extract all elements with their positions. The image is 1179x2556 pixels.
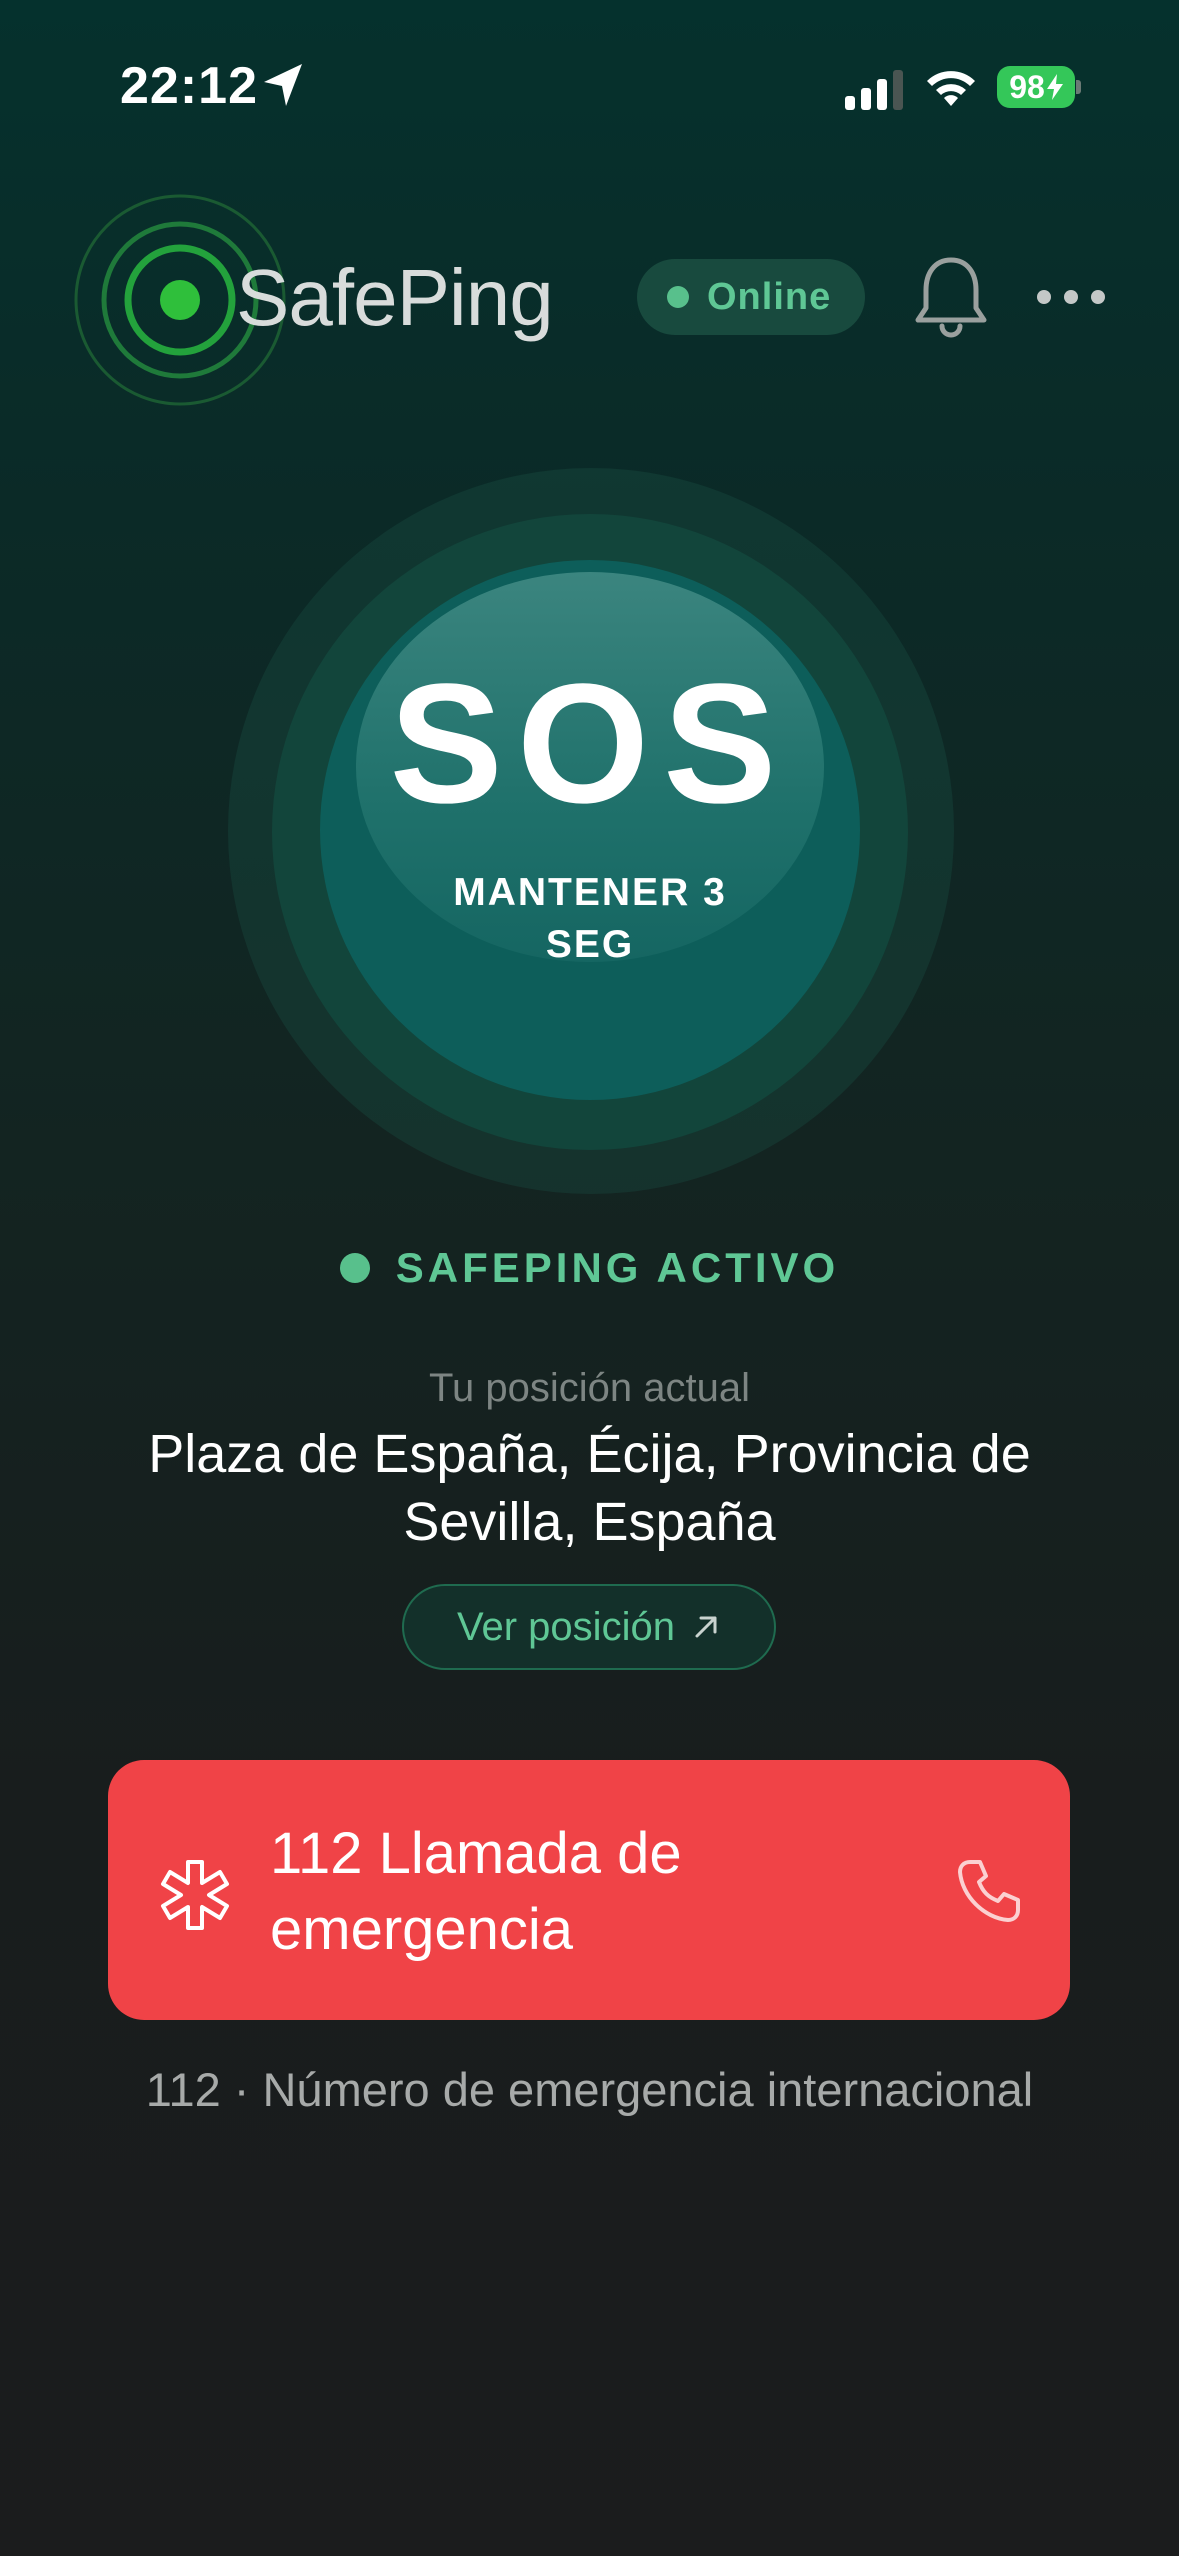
- active-dot: [339, 1253, 370, 1283]
- battery-tip: [1076, 80, 1081, 94]
- emergency-number-note: 112 · Número de emergencia internacional: [145, 2063, 1034, 2116]
- battery-charging-icon: 98: [997, 66, 1075, 108]
- active-status: SAFEPING ACTIVO: [0, 1244, 1179, 1292]
- status-bar: 22:12 98: [0, 0, 1179, 175]
- position-caption: Tu posición actual: [429, 1366, 750, 1410]
- bell-icon[interactable]: [912, 252, 990, 340]
- emergency-call-label: 112 Llamada de emergencia: [270, 1821, 682, 1962]
- medical-asterisk-icon: [161, 1860, 229, 1930]
- emergency-call-button[interactable]: 112 Llamada de emergencia: [108, 1760, 1070, 2020]
- active-status-label: SAFEPING ACTIVO: [395, 1244, 840, 1291]
- sos-button[interactable]: SOS MANTENER 3 SEG: [320, 560, 860, 1100]
- view-position-button[interactable]: Ver posición: [402, 1584, 776, 1670]
- more-icon[interactable]: [1036, 282, 1106, 312]
- phone-icon: [958, 1860, 1020, 1922]
- battery-percent: 98: [1009, 68, 1045, 105]
- cellular-signal-icon: [845, 70, 903, 110]
- external-arrow-icon: [695, 1616, 717, 1638]
- wifi-icon: [927, 71, 975, 106]
- view-position-label: Ver posición: [457, 1604, 675, 1649]
- online-status-label: Online: [707, 275, 832, 318]
- charging-bolt-icon: [1046, 74, 1063, 100]
- location-arrow-icon: [264, 64, 302, 106]
- app-title: SafePing: [236, 253, 554, 342]
- sos-hold-instruction: MANTENER 3 SEG: [453, 871, 727, 966]
- position-address: Plaza de España, Écija, Provincia de Sev…: [148, 1424, 1031, 1552]
- status-time: 22:12: [120, 57, 258, 115]
- sos-label: SOS: [389, 649, 791, 839]
- online-dot: [667, 286, 689, 308]
- online-status-badge: Online: [637, 259, 865, 335]
